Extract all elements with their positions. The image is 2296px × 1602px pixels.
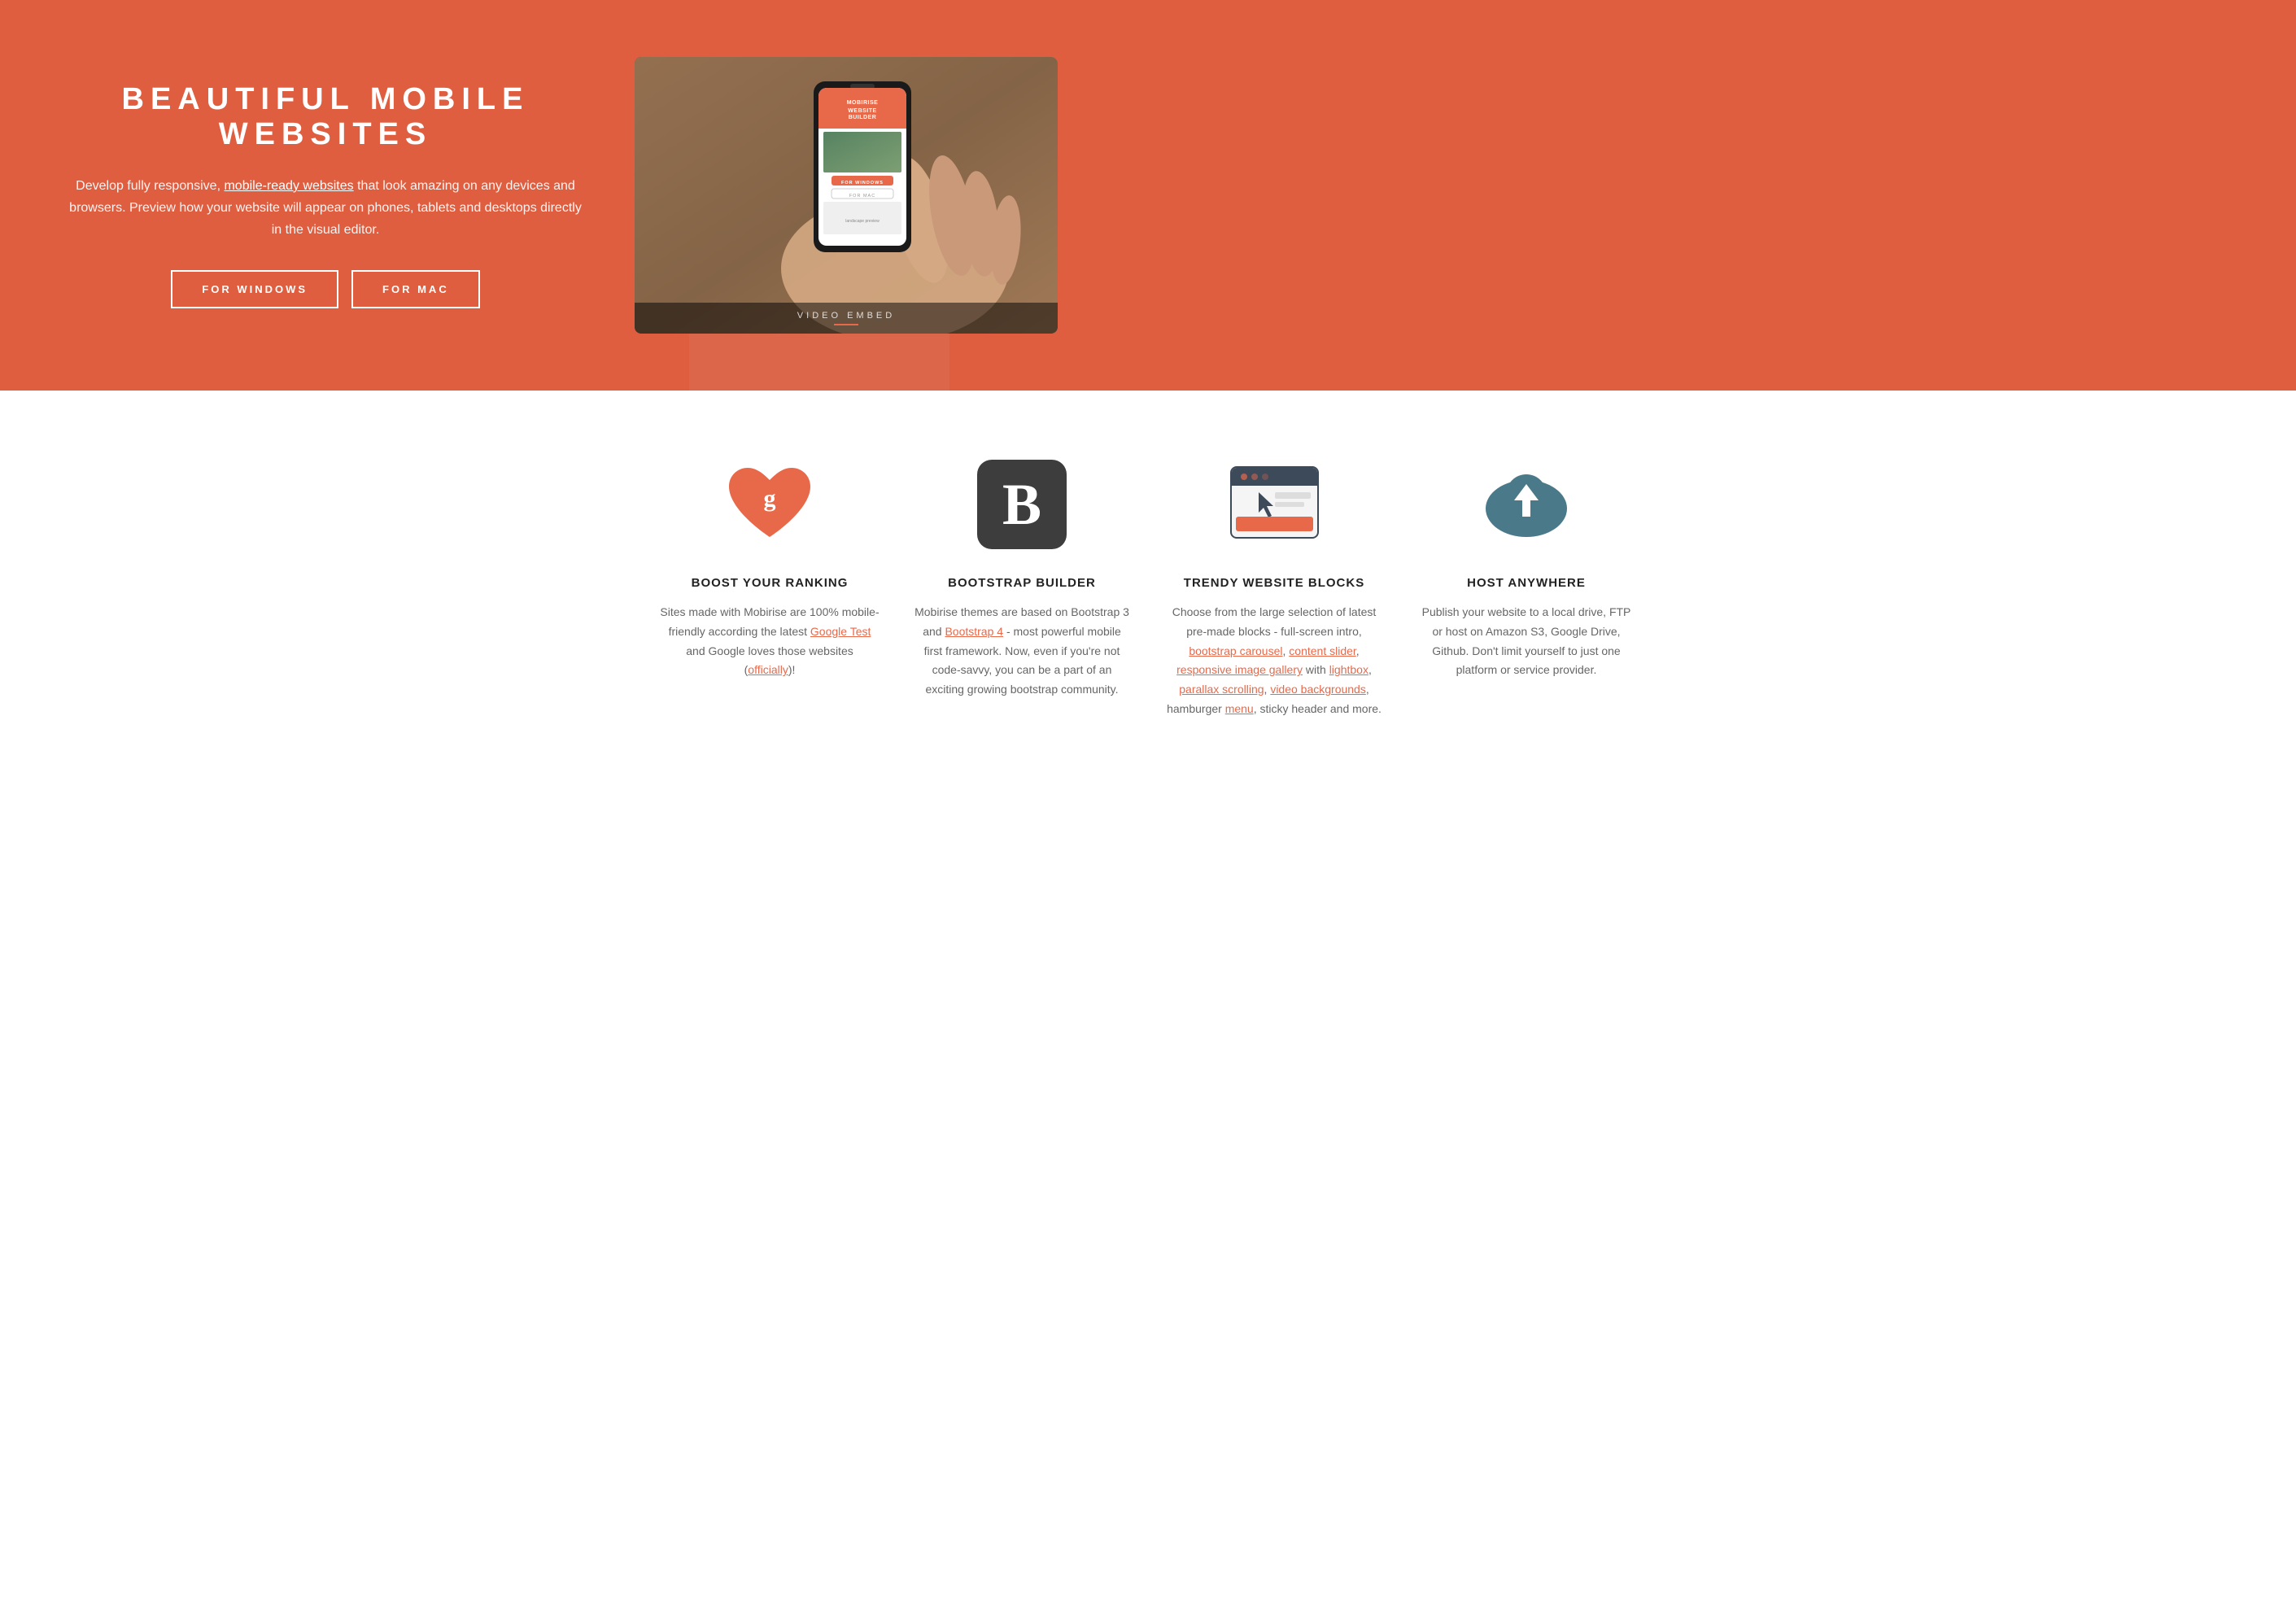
hero-description: Develop fully responsive, mobile-ready w… (65, 175, 586, 242)
feature-host-anywhere: HOST ANYWHERE Publish your website to a … (1416, 456, 1636, 719)
hero-image-block: MOBIRISE WEBSITE BUILDER FOR WINDOWS F (635, 57, 1058, 334)
bootstrap-b-icon: B (977, 460, 1067, 549)
host-anywhere-desc: Publish your website to a local drive, F… (1416, 603, 1636, 680)
phone-illustration: MOBIRISE WEBSITE BUILDER FOR WINDOWS F (635, 57, 1058, 334)
video-embed-line (834, 324, 858, 325)
bootstrap-carousel-link[interactable]: bootstrap carousel (1189, 644, 1282, 657)
svg-text:WEBSITE: WEBSITE (848, 108, 876, 114)
svg-text:FOR WINDOWS: FOR WINDOWS (841, 181, 884, 186)
svg-text:MOBIRISE: MOBIRISE (847, 100, 879, 106)
responsive-gallery-link[interactable]: responsive image gallery (1176, 663, 1303, 676)
feature-trendy-blocks: TRENDY WEBSITE BLOCKS Choose from the la… (1164, 456, 1384, 719)
mac-button[interactable]: FOR MAC (351, 270, 480, 308)
content-slider-link[interactable]: content slider (1289, 644, 1356, 657)
cloud-upload-icon (1478, 464, 1575, 545)
hero-title: BEAUTIFUL MOBILE WEBSITES (65, 82, 586, 152)
bootstrap-icon-container: B (973, 456, 1071, 553)
hero-buttons: FOR WINDOWS FOR MAC (65, 270, 586, 308)
cloud-icon-container (1478, 456, 1575, 553)
host-anywhere-title: HOST ANYWHERE (1416, 576, 1636, 590)
features-section: g BOOST YOUR RANKING Sites made with Mob… (0, 391, 2296, 768)
boost-ranking-icon-container: g (721, 456, 818, 553)
windows-button[interactable]: FOR WINDOWS (171, 270, 338, 308)
hero-section: BEAUTIFUL MOBILE WEBSITES Develop fully … (0, 0, 2296, 391)
browser-window-icon (1228, 464, 1321, 545)
features-grid: g BOOST YOUR RANKING Sites made with Mob… (660, 456, 1636, 719)
svg-text:landscape preview: landscape preview (845, 219, 880, 224)
feature-bootstrap-builder: B BOOTSTRAP BUILDER Mobirise themes are … (912, 456, 1132, 719)
feature-boost-ranking: g BOOST YOUR RANKING Sites made with Mob… (660, 456, 880, 719)
svg-text:FOR MAC: FOR MAC (849, 194, 875, 199)
menu-link[interactable]: menu (1225, 702, 1254, 715)
parallax-link[interactable]: parallax scrolling (1179, 683, 1264, 696)
video-bg-link[interactable]: video backgrounds (1270, 683, 1366, 696)
officially-link[interactable]: officially (748, 663, 788, 676)
svg-text:g: g (764, 485, 776, 512)
google-test-link[interactable]: Google Test (810, 625, 871, 638)
trendy-blocks-title: TRENDY WEBSITE BLOCKS (1164, 576, 1384, 590)
heart-icon: g (725, 464, 814, 545)
browser-icon-container (1225, 456, 1323, 553)
boost-ranking-desc: Sites made with Mobirise are 100% mobile… (660, 603, 880, 680)
trendy-blocks-desc: Choose from the large selection of lates… (1164, 603, 1384, 719)
svg-text:BUILDER: BUILDER (849, 115, 877, 120)
phone-mockup: MOBIRISE WEBSITE BUILDER FOR WINDOWS F (635, 57, 1058, 334)
hero-text-block: BEAUTIFUL MOBILE WEBSITES Develop fully … (65, 82, 586, 309)
hero-content: BEAUTIFUL MOBILE WEBSITES Develop fully … (0, 8, 2296, 382)
boost-ranking-title: BOOST YOUR RANKING (660, 576, 880, 590)
bootstrap-builder-title: BOOTSTRAP BUILDER (912, 576, 1132, 590)
bootstrap4-link[interactable]: Bootstrap 4 (945, 625, 1003, 638)
video-embed-label: VIDEO EMBED (635, 303, 1058, 334)
mobile-ready-link[interactable]: mobile-ready websites (224, 179, 353, 193)
lightbox-link[interactable]: lightbox (1329, 663, 1368, 676)
bootstrap-builder-desc: Mobirise themes are based on Bootstrap 3… (912, 603, 1132, 700)
